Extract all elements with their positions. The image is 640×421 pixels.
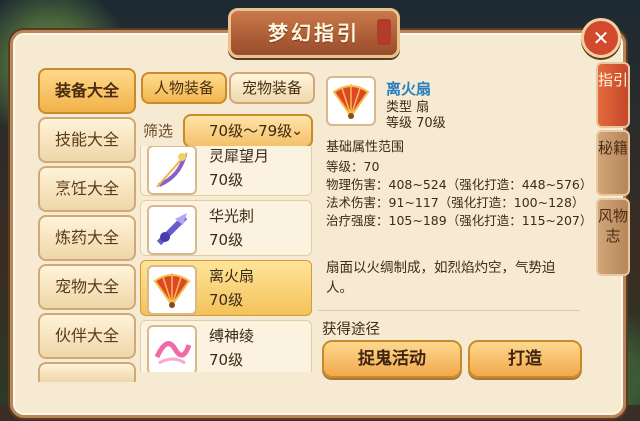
side-tab-guide[interactable]: 指引 — [596, 62, 630, 128]
stat-line: 等级：70 — [326, 159, 380, 174]
filter-selected-value: 70级～79级 — [209, 122, 293, 140]
list-item[interactable]: 华光刺 70级 — [140, 200, 312, 256]
list-item-selected[interactable]: 离火扇 70级 — [140, 260, 312, 316]
category-pets[interactable]: 宠物大全 — [38, 264, 136, 310]
tab-pet-equipment[interactable]: 宠物装备 — [229, 72, 315, 104]
item-description: 扇面以火绸制成，如烈焰灼空，气势迫人。 — [326, 260, 556, 296]
category-alchemy[interactable]: 炼药大全 — [38, 215, 136, 261]
level-filter-select[interactable]: 70级～79级 ⌄ — [183, 114, 313, 148]
seal-icon — [377, 19, 391, 45]
side-tab-label: 指引 — [598, 71, 629, 89]
window-title: 梦幻指引 — [268, 21, 360, 45]
item-level: 70级 — [209, 351, 244, 369]
side-tab-secrets[interactable]: 秘籍 — [596, 130, 630, 196]
item-name: 华光刺 — [209, 207, 255, 225]
item-name: 灵犀望月 — [209, 147, 270, 165]
category-skills[interactable]: 技能大全 — [38, 117, 136, 163]
category-cooking[interactable]: 烹饪大全 — [38, 166, 136, 212]
tab-character-equipment[interactable]: 人物装备 — [141, 72, 227, 104]
fan-icon — [147, 265, 197, 315]
item-level: 70级 — [209, 171, 244, 189]
close-button[interactable]: ✕ — [581, 18, 621, 58]
list-item[interactable]: 缚神绫 70级 — [140, 320, 312, 372]
title-plate: 梦幻指引 — [228, 8, 400, 58]
ghost-hunt-button[interactable]: 捉鬼活动 — [322, 340, 462, 378]
item-list[interactable]: 灵犀望月 70级 华光刺 70级 离火扇 70级 缚神绫 70级 — [140, 146, 312, 372]
ribbon-icon — [147, 325, 197, 372]
close-icon: ✕ — [592, 26, 610, 50]
stat-line: 物理伤害：408~524（强化打造：448~576） — [326, 177, 593, 192]
side-tab-label: 秘籍 — [598, 139, 629, 157]
item-name: 离火扇 — [209, 267, 255, 285]
divider — [318, 310, 580, 311]
chevron-down-icon: ⌄ — [291, 123, 303, 139]
list-item[interactable]: 灵犀望月 70级 — [140, 146, 312, 196]
category-equipment[interactable]: 装备大全 — [38, 68, 136, 114]
side-tab-label: 风物志 — [598, 207, 629, 245]
item-level: 70级 — [209, 231, 244, 249]
attribute-section-title: 基础属性范围 — [326, 140, 405, 155]
category-more[interactable] — [38, 362, 136, 382]
bow-icon — [147, 146, 197, 195]
stat-line: 法术伤害：91~117（强化打造：100~128） — [326, 195, 585, 210]
side-tab-lore[interactable]: 风物志 — [596, 198, 630, 276]
filter-label: 筛选 — [143, 122, 174, 140]
item-detail: 离火扇 类型 扇 等级 70级 基础属性范围 等级：70 物理伤害：408~52… — [318, 72, 592, 310]
item-level: 70级 — [209, 291, 244, 309]
item-name: 缚神绫 — [209, 327, 255, 345]
fan-icon — [326, 76, 376, 126]
obtain-label: 获得途径 — [322, 322, 380, 338]
forge-button[interactable]: 打造 — [468, 340, 582, 378]
stat-line: 治疗强度：105~189（强化打造：115~207） — [326, 213, 593, 228]
claw-icon — [147, 205, 197, 255]
category-partners[interactable]: 伙伴大全 — [38, 313, 136, 359]
detail-item-level: 等级 70级 — [386, 116, 446, 131]
